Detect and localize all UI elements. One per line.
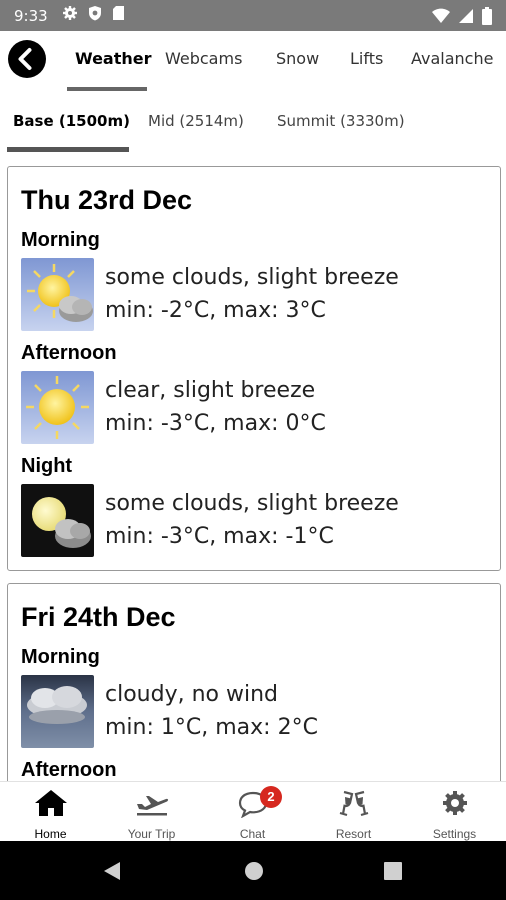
moon-cloud-icon [21, 484, 94, 557]
altitude-tab-bar: Base (1500m) Mid (2514m) Summit (3330m) [0, 93, 506, 155]
tab-weather[interactable]: Weather [75, 49, 152, 68]
system-nav-bar [0, 841, 506, 900]
settings-status-icon [62, 5, 78, 26]
tab-lifts[interactable]: Lifts [350, 49, 383, 68]
active-tab-indicator [67, 87, 147, 91]
day-title: Thu 23rd Dec [21, 185, 193, 215]
active-altitude-indicator [7, 147, 129, 152]
period-label: Night [21, 455, 73, 477]
day-forecast-card: Thu 23rd Dec Morning some clouds, slight… [7, 166, 501, 571]
day-forecast-card: Fri 24th Dec Morning cloudy, no wind min… [7, 583, 501, 781]
conditions-text: some clouds, slight breeze [105, 265, 399, 290]
nav-resort[interactable]: Resort [303, 782, 404, 842]
period-label: Morning [21, 229, 100, 251]
back-button[interactable] [8, 40, 46, 78]
temperature-text: min: -2°C, max: 3°C [105, 298, 326, 323]
signal-icon [458, 8, 474, 29]
nav-chat[interactable]: 2 Chat [202, 782, 303, 842]
sun-cloud-icon [21, 258, 94, 331]
nav-label: Chat [239, 827, 266, 841]
conditions-text: cloudy, no wind [105, 682, 278, 707]
wifi-icon [432, 8, 450, 29]
cloud-icon [21, 675, 94, 748]
tab-avalanche[interactable]: Avalanche [411, 49, 493, 68]
nav-your-trip[interactable]: Your Trip [101, 782, 202, 842]
top-tab-bar: Weather Webcams Snow Lifts Avalanche [0, 31, 506, 93]
nav-settings[interactable]: Settings [404, 782, 505, 842]
gear-icon [443, 791, 467, 815]
forecast-list[interactable]: Thu 23rd Dec Morning some clouds, slight… [0, 155, 506, 781]
home-icon [35, 790, 67, 816]
battery-icon [482, 7, 492, 30]
recents-square-icon[interactable] [383, 861, 403, 881]
cheers-icon [339, 790, 369, 817]
conditions-text: some clouds, slight breeze [105, 491, 399, 516]
nav-label: Settings [432, 827, 477, 841]
altitude-tab-summit[interactable]: Summit (3330m) [277, 112, 405, 130]
altitude-tab-base[interactable]: Base (1500m) [13, 112, 130, 130]
back-arrow-icon [18, 48, 32, 70]
home-circle-icon[interactable] [244, 861, 264, 881]
status-time: 9:33 [14, 6, 48, 25]
temperature-text: min: -3°C, max: -1°C [105, 524, 334, 549]
temperature-text: min: 1°C, max: 2°C [105, 715, 318, 740]
back-triangle-icon[interactable] [102, 860, 122, 882]
tab-webcams[interactable]: Webcams [165, 49, 242, 68]
bottom-nav-bar: Home Your Trip 2 Chat Resort Settings [0, 781, 506, 842]
altitude-tab-mid[interactable]: Mid (2514m) [148, 112, 244, 130]
temperature-text: min: -3°C, max: 0°C [105, 411, 326, 436]
plane-icon [137, 796, 169, 816]
nav-label: Resort [335, 827, 372, 841]
period-label: Afternoon [21, 342, 117, 364]
status-bar: 9:33 [0, 0, 506, 31]
nav-home[interactable]: Home [0, 782, 101, 842]
period-label: Morning [21, 646, 100, 668]
sd-card-status-icon [112, 5, 125, 26]
nav-label: Your Trip [127, 827, 176, 841]
conditions-text: clear, slight breeze [105, 378, 316, 403]
day-title: Fri 24th Dec [21, 602, 176, 632]
tab-snow[interactable]: Snow [276, 49, 319, 68]
chat-unread-badge: 2 [260, 786, 282, 808]
period-label: Afternoon [21, 759, 117, 781]
shield-status-icon [88, 5, 102, 26]
nav-label: Home [34, 827, 67, 841]
sun-icon [21, 371, 94, 444]
